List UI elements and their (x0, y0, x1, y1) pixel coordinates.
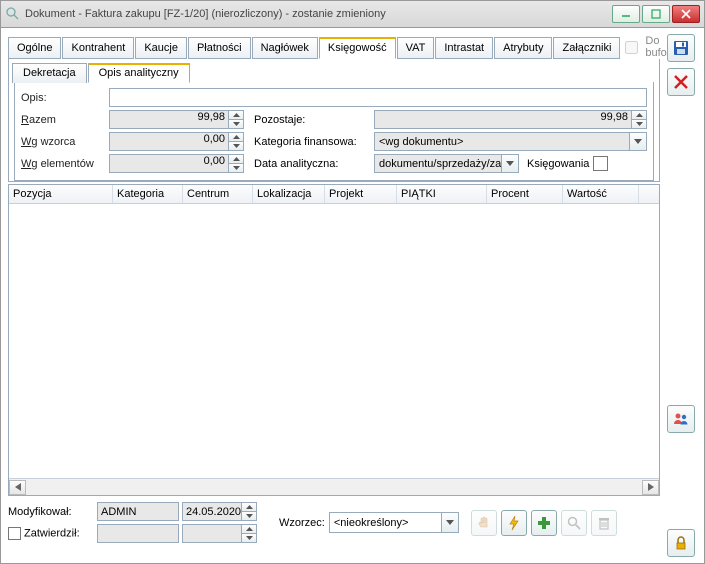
document-icon (5, 6, 21, 22)
zatwierdzil-date[interactable] (182, 524, 257, 543)
lock-button[interactable] (667, 529, 695, 557)
opis-input[interactable] (109, 88, 647, 107)
wg-wzorca-spin-up[interactable] (229, 133, 243, 142)
tab-kontrahent[interactable]: Kontrahent (62, 37, 134, 59)
pozostaje-spin-down[interactable] (632, 120, 646, 128)
grid-col-3[interactable]: Lokalizacja (253, 185, 325, 203)
window-title: Dokument - Faktura zakupu [FZ-1/20] (nie… (25, 8, 612, 20)
razem-label: Razem (21, 114, 109, 126)
wzorzec-dropdown-icon[interactable] (441, 513, 458, 532)
razem-spin-down[interactable] (229, 120, 243, 128)
grid-body[interactable] (9, 204, 659, 478)
tab-dekretacja[interactable]: Dekretacja (12, 63, 87, 83)
zatwierdzil-label: Zatwierdził: (8, 527, 94, 540)
search-button[interactable] (561, 510, 587, 536)
pozostaje-input[interactable]: 99,98 (374, 110, 647, 129)
wg-elem-spin-up[interactable] (229, 155, 243, 164)
grid-header: PozycjaKategoriaCentrumLokalizacjaProjek… (9, 185, 659, 204)
scroll-left-icon[interactable] (9, 480, 26, 495)
mod-date-spin-down[interactable] (242, 512, 256, 520)
bolt-button[interactable] (501, 510, 527, 536)
add-button[interactable] (531, 510, 557, 536)
table-row[interactable] (9, 204, 659, 208)
right-toolbar (664, 28, 704, 563)
wg-wzorca-input[interactable]: 0,00 (109, 132, 244, 151)
grid-col-6[interactable]: Procent (487, 185, 563, 203)
modyfikowal-label: Modyfikował: (8, 506, 94, 518)
zatw-date-spin-down[interactable] (242, 534, 256, 542)
mod-date-spin-up[interactable] (242, 503, 256, 512)
save-button[interactable] (667, 34, 695, 62)
modyfikowal-date[interactable]: 24.05.2020 (182, 502, 257, 521)
grid-h-scrollbar[interactable] (9, 478, 659, 495)
razem-spin-up[interactable] (229, 111, 243, 120)
wzorzec-combo[interactable]: <nieokreślony> (329, 512, 459, 533)
people-button[interactable] (667, 405, 695, 433)
pozostaje-label: Pozostaje: (244, 114, 374, 126)
zatwierdzil-user (97, 524, 179, 543)
wg-wzorca-spin-down[interactable] (229, 142, 243, 150)
analytical-grid: PozycjaKategoriaCentrumLokalizacjaProjek… (8, 184, 660, 496)
kategoria-fin-dropdown-icon[interactable] (629, 133, 646, 150)
data-analityczna-dropdown-icon[interactable] (501, 155, 518, 172)
grid-col-5[interactable]: PIĄTKI (397, 185, 487, 203)
tab-kaucje[interactable]: Kaucje (135, 37, 187, 59)
tab-intrastat[interactable]: Intrastat (435, 37, 493, 59)
form-panel: Opis: Razem 99,98 Pozostaje: 99,98 Wg wz… (14, 82, 654, 181)
grid-col-2[interactable]: Centrum (183, 185, 253, 203)
hand-button[interactable] (471, 510, 497, 536)
wg-elementow-input[interactable]: 0,00 (109, 154, 244, 173)
pozostaje-spin-up[interactable] (632, 111, 646, 120)
tab-zalaczniki[interactable]: Załączniki (553, 37, 620, 59)
maximize-button[interactable] (642, 5, 670, 23)
main-tabs: Ogólne Kontrahent Kaucje Płatności Nagłó… (6, 33, 662, 59)
wg-elementow-label: Wg elementów (21, 158, 109, 170)
close-button[interactable] (672, 5, 700, 23)
cancel-button[interactable] (667, 68, 695, 96)
tab-naglowek[interactable]: Nagłówek (252, 37, 318, 59)
tab-opis-analityczny[interactable]: Opis analityczny (88, 63, 190, 83)
kategoria-fin-combo[interactable]: <wg dokumentu> (374, 132, 647, 151)
tab-ogolne[interactable]: Ogólne (8, 37, 61, 59)
ksiegowania-checkbox[interactable] (593, 156, 608, 171)
grid-col-0[interactable]: Pozycja (9, 185, 113, 203)
wzorzec-label: Wzorzec: (279, 517, 325, 529)
data-analityczna-label: Data analityczna: (244, 158, 374, 170)
grid-col-7[interactable]: Wartość (563, 185, 639, 203)
zatw-date-spin-up[interactable] (242, 525, 256, 534)
ksiegowania-label: Księgowania (519, 158, 593, 170)
wg-elem-spin-down[interactable] (229, 164, 243, 172)
scroll-right-icon[interactable] (642, 480, 659, 495)
tab-platnosci[interactable]: Płatności (188, 37, 251, 59)
sub-tabs: Dekretacja Opis analityczny (12, 62, 656, 82)
kategoria-fin-label: Kategoria finansowa: (244, 136, 374, 148)
do-bufora-checkbox[interactable] (625, 41, 638, 54)
zatwierdzil-checkbox[interactable] (8, 527, 21, 540)
footer-panel: Modyfikował: ADMIN 24.05.2020 Zatwierdzi… (8, 502, 660, 549)
data-analityczna-combo[interactable]: dokumentu/sprzedaży/za (374, 154, 519, 173)
delete-button[interactable] (591, 510, 617, 536)
modyfikowal-user: ADMIN (97, 502, 179, 521)
grid-col-4[interactable]: Projekt (325, 185, 397, 203)
razem-input[interactable]: 99,98 (109, 110, 244, 129)
opis-label: Opis: (21, 92, 109, 104)
tab-atrybuty[interactable]: Atrybuty (494, 37, 552, 59)
minimize-button[interactable] (612, 5, 640, 23)
wg-wzorca-label: Wg wzorca (21, 136, 109, 148)
grid-col-1[interactable]: Kategoria (113, 185, 183, 203)
tab-vat[interactable]: VAT (397, 37, 435, 59)
tab-ksiegowosc[interactable]: Księgowość (319, 37, 396, 59)
titlebar: Dokument - Faktura zakupu [FZ-1/20] (nie… (0, 0, 705, 28)
